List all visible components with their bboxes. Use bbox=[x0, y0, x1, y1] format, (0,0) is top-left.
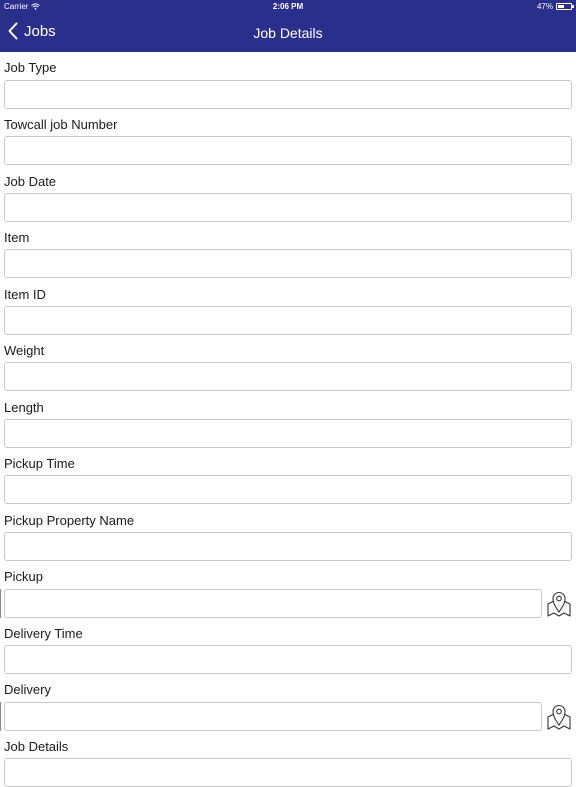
pickup-time-input[interactable] bbox=[4, 475, 572, 504]
length-label: Length bbox=[4, 400, 44, 415]
job-details-label: Job Details bbox=[4, 739, 69, 754]
towcall-job-number-input[interactable] bbox=[4, 136, 572, 165]
item-label: Item bbox=[4, 230, 30, 245]
page-title: Job Details bbox=[253, 25, 323, 41]
towcall-job-number-label: Towcall job Number bbox=[4, 117, 118, 132]
item-input[interactable] bbox=[4, 249, 572, 278]
pickup-left-edge-marker bbox=[0, 589, 1, 618]
item-id-label: Item ID bbox=[4, 287, 46, 302]
length-input[interactable] bbox=[4, 419, 572, 448]
status-time: 2:06 PM bbox=[272, 2, 304, 11]
battery-percent: 47% bbox=[536, 2, 553, 11]
delivery-time-label: Delivery Time bbox=[4, 626, 83, 641]
delivery-label: Delivery bbox=[4, 682, 51, 697]
job-type-input[interactable] bbox=[4, 80, 572, 109]
job-details-input[interactable] bbox=[4, 758, 572, 787]
delivery-left-edge-marker bbox=[0, 702, 1, 731]
map-pin-icon[interactable] bbox=[546, 588, 572, 618]
weight-label: Weight bbox=[4, 343, 45, 358]
weight-input[interactable] bbox=[4, 362, 572, 391]
battery-indicator: 47% bbox=[536, 2, 574, 11]
pickup-input[interactable] bbox=[4, 589, 542, 618]
battery-icon bbox=[556, 3, 574, 10]
job-date-label: Job Date bbox=[4, 174, 57, 189]
item-id-input[interactable] bbox=[4, 306, 572, 335]
status-bar: Carrier 2:06 PM 47% bbox=[0, 0, 576, 14]
pickup-property-name-input[interactable] bbox=[4, 532, 572, 561]
navigation-bar: Jobs Job Details bbox=[0, 14, 576, 52]
map-pin-icon[interactable] bbox=[546, 701, 572, 731]
job-type-label: Job Type bbox=[4, 60, 57, 75]
delivery-time-input[interactable] bbox=[4, 645, 572, 674]
pickup-time-label: Pickup Time bbox=[4, 456, 75, 471]
pickup-label: Pickup bbox=[4, 569, 44, 584]
job-date-input[interactable] bbox=[4, 193, 572, 222]
battery-fill bbox=[558, 5, 564, 8]
delivery-input[interactable] bbox=[4, 702, 542, 731]
pickup-property-name-label: Pickup Property Name bbox=[4, 513, 135, 528]
